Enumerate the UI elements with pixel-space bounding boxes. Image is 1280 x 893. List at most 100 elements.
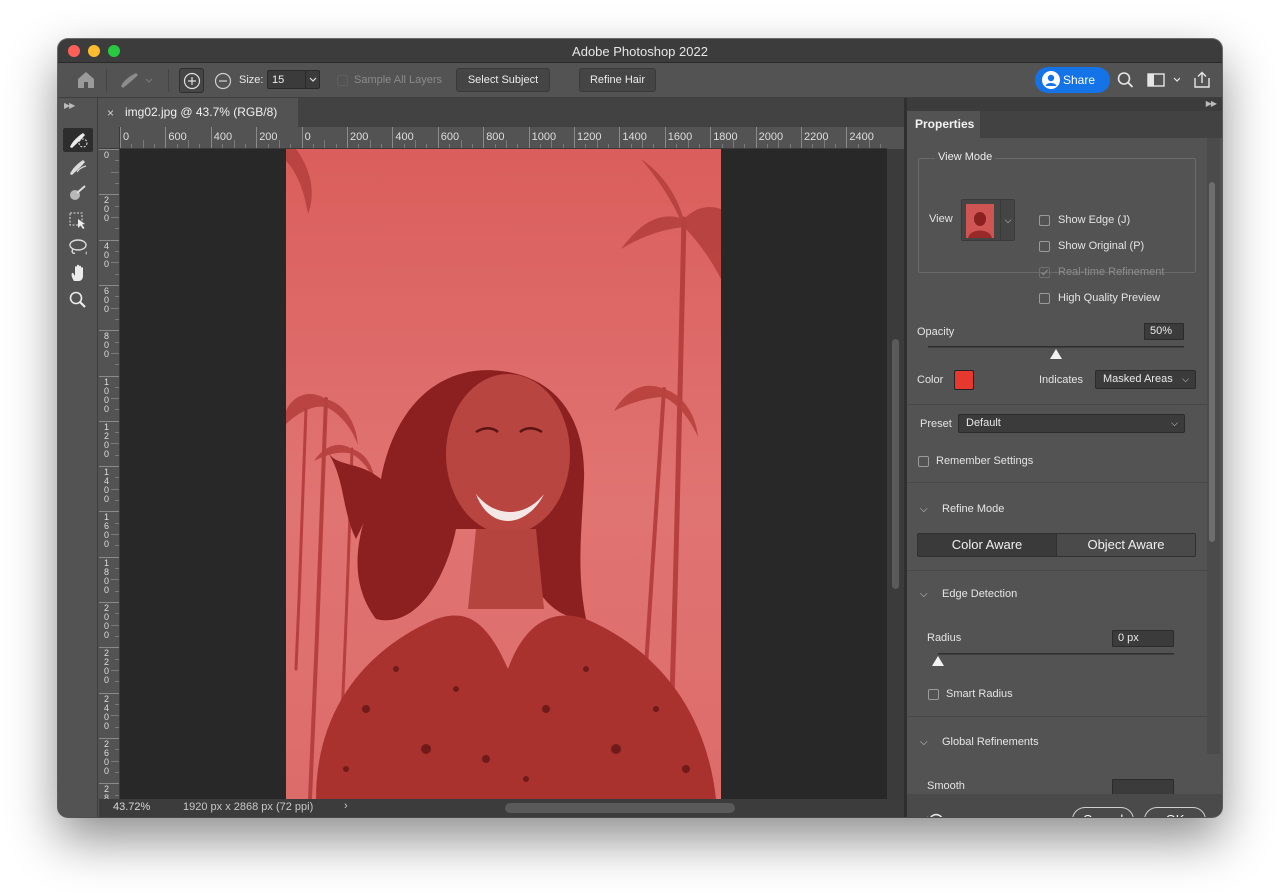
chevron-down-icon: ⌵ xyxy=(1000,200,1014,240)
ruler-tick xyxy=(99,466,119,468)
ruler-label: 1600 xyxy=(667,131,693,143)
ruler-minor-tick xyxy=(188,140,190,148)
ruler-label: 600 xyxy=(440,131,460,143)
refine-hair-button[interactable]: Refine Hair xyxy=(579,68,656,92)
ok-button[interactable]: OK xyxy=(1144,807,1206,817)
ruler-minor-tick xyxy=(111,352,119,354)
sample-all-layers-checkbox[interactable] xyxy=(337,75,348,86)
ruler-label: 1200 xyxy=(103,421,109,459)
show-original-checkbox[interactable] xyxy=(1039,241,1050,252)
high-quality-preview-checkbox[interactable] xyxy=(1039,293,1050,304)
show-original-label: Show Original (P) xyxy=(1058,240,1145,252)
ruler-minor-tick xyxy=(111,534,119,536)
chevron-down-icon: ⌵ xyxy=(920,504,928,515)
remember-settings-checkbox[interactable] xyxy=(918,456,929,467)
ruler-label: 800 xyxy=(103,331,109,360)
ruler-tick xyxy=(210,127,212,148)
section-divider xyxy=(907,716,1207,717)
refine-edge-brush-tool[interactable] xyxy=(63,155,93,179)
document-canvas[interactable] xyxy=(120,149,887,799)
size-dropdown-button[interactable] xyxy=(305,71,319,88)
search-icon[interactable] xyxy=(1116,71,1136,89)
panel-scroll-thumb[interactable] xyxy=(1209,182,1215,542)
title-bar: Adobe Photoshop 2022 xyxy=(58,39,1222,63)
preset-value: Default xyxy=(966,417,1001,429)
radius-input[interactable]: 0 px xyxy=(1112,630,1174,647)
collapse-panels-icon[interactable]: ▶▶ xyxy=(1206,99,1217,108)
overlay-color-swatch[interactable] xyxy=(954,370,974,390)
ruler-label: 0 xyxy=(123,131,130,143)
tools-panel: ▶▶ xyxy=(58,98,98,817)
view-mode-group xyxy=(918,158,1196,273)
options-separator xyxy=(106,69,107,92)
ruler-minor-tick xyxy=(111,216,119,218)
workspace-switcher-icon[interactable] xyxy=(1146,71,1181,89)
select-subject-button[interactable]: Select Subject xyxy=(456,68,550,92)
ruler-label: 2200 xyxy=(804,131,829,143)
ruler-tick xyxy=(347,127,348,148)
tab-properties[interactable]: Properties xyxy=(907,111,980,138)
vertical-ruler[interactable]: 0 200 400 600 800 1000 1200 1400 1600 1800 2000 220… xyxy=(99,149,120,799)
ruler-label: 1800 xyxy=(713,131,738,143)
zoom-level[interactable]: 43.72% xyxy=(113,801,150,813)
edge-detection-header[interactable]: ⌵ Edge Detection xyxy=(920,588,1017,600)
realtime-refinement-checkbox[interactable] xyxy=(1039,267,1050,278)
brush-tool[interactable] xyxy=(63,181,93,205)
lasso-tool[interactable] xyxy=(63,235,93,259)
ruler-minor-tick xyxy=(111,262,119,264)
add-to-selection-button[interactable] xyxy=(179,68,204,93)
share-button[interactable]: Share xyxy=(1035,67,1110,93)
ruler-minor-tick xyxy=(111,715,119,717)
section-divider xyxy=(907,482,1207,483)
hand-tool[interactable] xyxy=(63,261,93,285)
refine-mode-header[interactable]: ⌵ Refine Mode xyxy=(920,503,1004,515)
ruler-minor-tick xyxy=(415,140,417,148)
options-separator xyxy=(168,69,169,92)
quick-selection-tool[interactable] xyxy=(63,128,93,152)
ruler-tick xyxy=(99,420,119,422)
ruler-label: 1600 xyxy=(103,512,109,550)
show-edge-checkbox[interactable] xyxy=(1039,215,1050,226)
size-input[interactable]: 15 xyxy=(267,70,320,89)
ruler-minor-tick xyxy=(324,140,326,148)
collapse-toolbar-icon[interactable]: ▶▶ xyxy=(64,101,75,110)
ruler-label: 600 xyxy=(103,285,109,314)
cancel-button[interactable]: Cancel xyxy=(1072,807,1134,817)
size-value: 15 xyxy=(272,74,285,86)
global-refinements-header[interactable]: ⌵ Global Refinements xyxy=(920,736,1039,748)
subtract-from-selection-button[interactable] xyxy=(210,68,235,93)
opacity-input[interactable]: 50% xyxy=(1144,323,1184,340)
status-info-arrow[interactable]: › xyxy=(344,800,348,812)
brush-preset-picker[interactable] xyxy=(118,70,154,90)
ruler-label: 200 xyxy=(103,195,109,224)
ruler-origin[interactable] xyxy=(99,127,120,149)
reset-icon[interactable] xyxy=(925,810,947,817)
ruler-label: 2600 xyxy=(103,738,109,776)
view-mode-picker[interactable]: ⌵ xyxy=(961,199,1015,241)
indicates-value: Masked Areas xyxy=(1103,373,1173,385)
close-document-icon[interactable]: × xyxy=(107,106,114,120)
zoom-tool[interactable] xyxy=(63,288,93,312)
refine-mode-color-aware[interactable]: Color Aware xyxy=(918,534,1057,556)
radius-slider-track[interactable] xyxy=(938,653,1174,655)
document-tab-bar: × img02.jpg @ 43.7% (RGB/8) xyxy=(99,98,904,127)
horizontal-ruler[interactable]: 0 600 400 200 0 200 400 600 800 1000 1200 1400 1600 1… xyxy=(120,127,887,149)
document-tab[interactable]: × img02.jpg @ 43.7% (RGB/8) xyxy=(99,98,298,127)
canvas-horizontal-scroll-thumb[interactable] xyxy=(505,803,735,813)
opacity-slider-thumb[interactable] xyxy=(1050,349,1062,359)
refine-mode-object-aware[interactable]: Object Aware xyxy=(1057,534,1195,556)
indicates-select[interactable]: Masked Areas ⌵ xyxy=(1095,370,1196,389)
share-export-icon[interactable] xyxy=(1192,71,1212,89)
radius-slider-thumb[interactable] xyxy=(932,656,944,666)
preset-select[interactable]: Default ⌵ xyxy=(958,414,1185,433)
canvas-vertical-scroll-thumb[interactable] xyxy=(892,339,899,589)
opacity-slider-track[interactable] xyxy=(928,346,1184,348)
opacity-label: Opacity xyxy=(917,326,955,338)
ruler-label: 0 xyxy=(103,150,109,160)
home-icon[interactable] xyxy=(75,70,97,90)
canvas-vertical-scrollbar[interactable] xyxy=(887,149,904,799)
ruler-label: 2000 xyxy=(758,131,784,143)
object-selection-tool[interactable] xyxy=(63,208,93,232)
smart-radius-checkbox[interactable] xyxy=(928,689,939,700)
photoshop-window: Adobe Photoshop 2022 Size: 15 Sample All… xyxy=(58,39,1222,817)
